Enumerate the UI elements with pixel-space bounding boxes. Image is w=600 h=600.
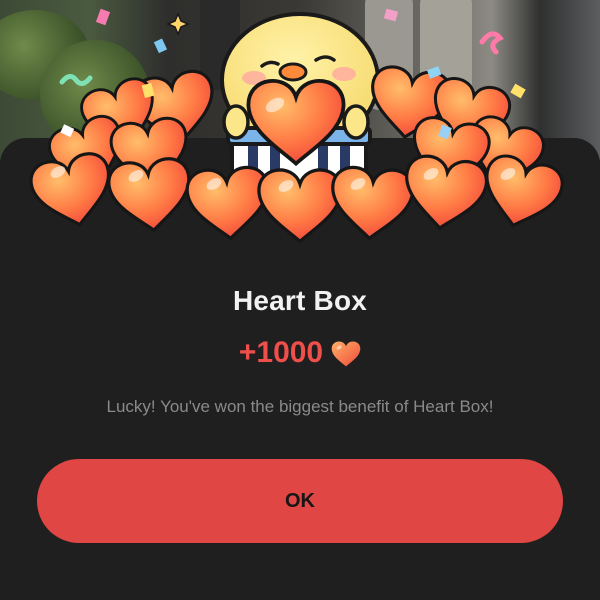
ok-button-label: OK (285, 489, 315, 512)
heart-icon (331, 341, 361, 367)
dialog-title: Heart Box (232, 285, 368, 316)
reward-amount: +1000 (238, 336, 324, 369)
sparkle-icon (166, 12, 190, 36)
reward-line: +1000 (0, 336, 600, 370)
reward-message: Lucky! You've won the biggest benefit of… (106, 397, 494, 416)
ok-button[interactable]: OK (37, 459, 563, 543)
chick-with-hearts-illustration (25, 8, 568, 244)
